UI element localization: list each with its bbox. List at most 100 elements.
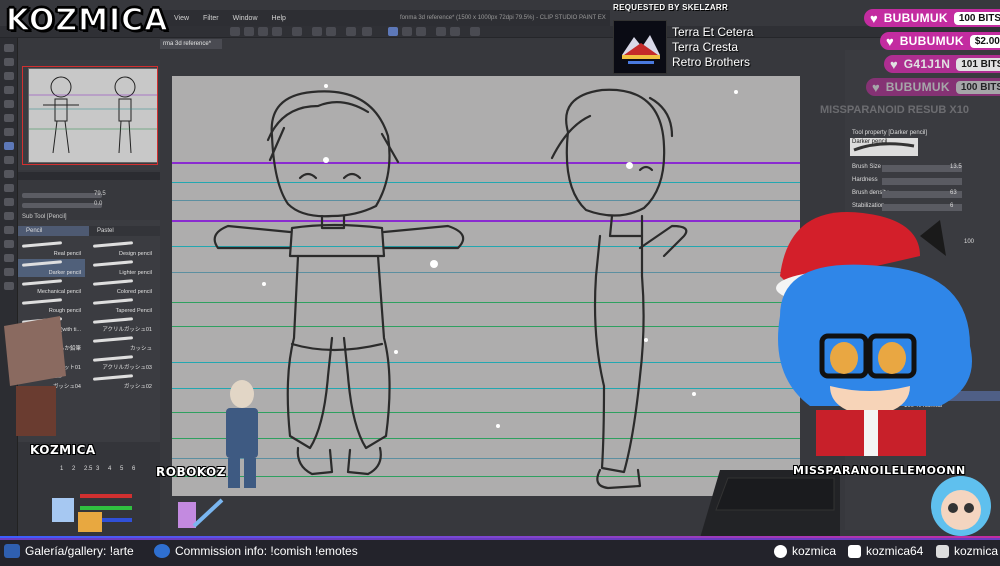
undo-icon[interactable]: [258, 27, 268, 36]
open-icon[interactable]: [244, 27, 254, 36]
color-number[interactable]: 4: [108, 466, 111, 472]
zoom-tool-icon[interactable]: [4, 44, 14, 52]
ruler-icon[interactable]: [436, 27, 446, 36]
drawing-canvas[interactable]: [172, 76, 800, 496]
brush-item[interactable]: ガッシュ02: [89, 373, 156, 391]
transform-icon[interactable]: [312, 27, 322, 36]
rotate-slider[interactable]: [22, 203, 102, 208]
menu-bar: View Filter Window Help fonma 3d referen…: [160, 10, 610, 26]
brush-name: カッシュ: [129, 346, 152, 352]
snap-grid-icon[interactable]: [416, 27, 426, 36]
brush-item[interactable]: Mechanical pencil: [18, 278, 85, 296]
alert-amount: $2.00: [969, 34, 1000, 48]
brush-item[interactable]: Real pencil: [18, 240, 85, 258]
pencil-tool-icon[interactable]: [4, 142, 14, 150]
brush-item[interactable]: Lighter pencil: [89, 259, 156, 277]
selection-icon[interactable]: [346, 27, 356, 36]
gallery-command: Galería/gallery: !arte: [4, 544, 134, 558]
color-icon[interactable]: [470, 27, 480, 36]
figure-tool-icon[interactable]: [4, 254, 14, 262]
pen-tool-icon[interactable]: [4, 128, 14, 136]
menu-window[interactable]: Window: [233, 15, 258, 22]
snap-special-icon[interactable]: [402, 27, 412, 36]
vtuber-avatar: [776, 212, 972, 456]
redo-icon[interactable]: [272, 27, 282, 36]
gradient-tool-icon[interactable]: [4, 240, 14, 248]
blend-tool-icon[interactable]: [4, 212, 14, 220]
brush-item[interactable]: アクリルガッシュ01: [89, 316, 156, 334]
brush-stroke-preview: [92, 374, 134, 381]
brush-item[interactable]: Rough pencil: [18, 297, 85, 315]
clear-icon[interactable]: [292, 27, 302, 36]
lasso-icon[interactable]: [362, 27, 372, 36]
color-number[interactable]: 3: [96, 466, 99, 472]
text-tool-icon[interactable]: [4, 268, 14, 276]
twitter-link: kozmica: [774, 544, 836, 558]
song-artist: Retro Brothers: [672, 55, 751, 69]
grid-icon[interactable]: [450, 27, 460, 36]
snowflake: [644, 338, 648, 342]
brush-stroke-preview: [21, 279, 63, 286]
hand-tool-icon[interactable]: [4, 58, 14, 66]
color-number[interactable]: 2.5: [84, 466, 92, 472]
tip-alert: ♥ BUBUMUK $2.00: [880, 32, 1000, 50]
fill-tool-icon[interactable]: [4, 226, 14, 234]
brush-stroke-preview: [21, 260, 63, 267]
property-slider[interactable]: [882, 178, 962, 185]
streamer-name-tag: KOZMICA: [30, 443, 96, 457]
missparanoid-name-tag: MISSPARANOILELEMOONN: [793, 464, 966, 477]
operation-tool-icon[interactable]: [4, 72, 14, 80]
new-icon[interactable]: [230, 27, 240, 36]
twitter-icon: [774, 544, 787, 558]
commission-text: Commission info: !comish !emotes: [175, 544, 358, 558]
color-number[interactable]: 5: [120, 466, 123, 472]
snowflake: [394, 350, 398, 354]
document-tab[interactable]: rma 3d reference*: [160, 39, 222, 49]
brush-stroke-preview: [92, 355, 134, 362]
color-number[interactable]: 1: [60, 466, 63, 472]
gallery-text: Galería/gallery: !arte: [25, 544, 134, 558]
brush-stroke-preview: [21, 241, 63, 248]
heart-icon: ♥: [890, 56, 898, 72]
subtool-header: Sub Tool [Pencil]: [22, 214, 67, 220]
commission-command: Commission info: !comish !emotes: [154, 544, 358, 558]
brush-item[interactable]: Design pencil: [89, 240, 156, 258]
twitch-link: kozmica: [936, 544, 998, 558]
brush-item[interactable]: Darker pencil: [18, 259, 85, 277]
brush-item[interactable]: アクリルガッシュ03: [89, 354, 156, 372]
tab-pastel[interactable]: Pastel: [89, 226, 160, 236]
move-tool-icon[interactable]: [4, 86, 14, 94]
menu-help[interactable]: Help: [272, 15, 286, 22]
brush-item[interactable]: Tapered Pencil: [89, 297, 156, 315]
tab-pencil[interactable]: Pencil: [18, 226, 89, 236]
snap-ruler-icon[interactable]: [388, 27, 398, 36]
decoration-tool-icon[interactable]: [4, 184, 14, 192]
brush-item[interactable]: カッシュ: [89, 335, 156, 353]
brush-item[interactable]: Colored pencil: [89, 278, 156, 296]
brush-stroke-preview: [92, 279, 134, 286]
snowflake: [430, 260, 438, 268]
color-number[interactable]: 6: [132, 466, 135, 472]
brush-tool-icon[interactable]: [4, 156, 14, 164]
airbrush-tool-icon[interactable]: [4, 170, 14, 178]
brush-name: Tapered Pencil: [115, 308, 152, 314]
brush-name: Darker pencil: [48, 270, 81, 276]
alert-user: G41J1N: [903, 57, 951, 71]
window-title: fonma 3d reference* (1500 x 1000px 72dpi…: [400, 15, 606, 21]
brush-stroke-preview: [92, 336, 134, 343]
menu-view[interactable]: View: [174, 15, 189, 22]
color-number[interactable]: 2: [72, 466, 75, 472]
heart-icon: ♥: [870, 10, 878, 26]
balloon-tool-icon[interactable]: [4, 282, 14, 290]
eraser-tool-icon[interactable]: [4, 198, 14, 206]
brush-preset-name: Darker pencil: [852, 139, 888, 145]
eyedropper-tool-icon[interactable]: [4, 114, 14, 122]
song-game: Terra Cresta: [672, 40, 739, 54]
pyramid-head-figure: [4, 316, 66, 436]
menu-filter[interactable]: Filter: [203, 15, 219, 22]
fill-icon[interactable]: [326, 27, 336, 36]
song-title: Terra Et Cetera: [672, 25, 754, 39]
selection-tool-icon[interactable]: [4, 100, 14, 108]
zoom-slider[interactable]: [22, 193, 102, 198]
navigator-view-frame[interactable]: [22, 66, 158, 165]
